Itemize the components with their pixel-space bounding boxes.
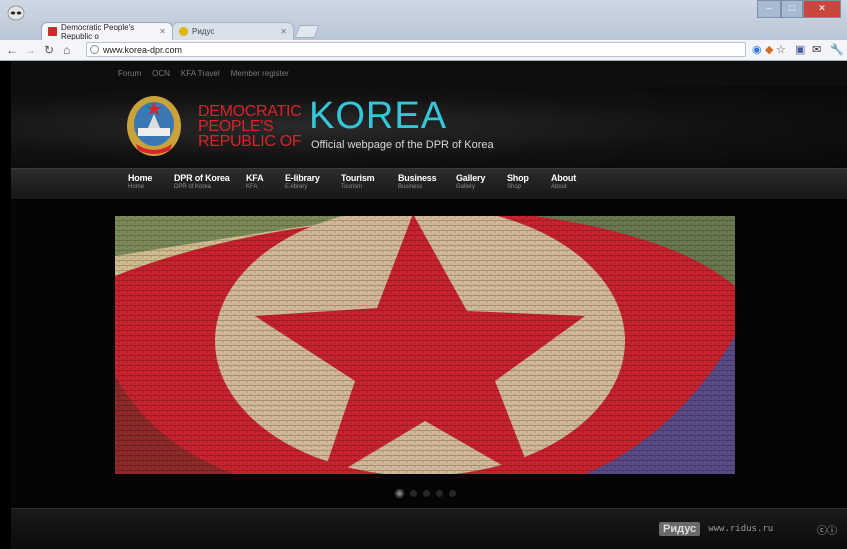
slider-dot[interactable]: [395, 489, 404, 498]
national-emblem-icon[interactable]: [124, 94, 184, 158]
close-window-icon[interactable]: ✕: [803, 0, 841, 18]
tab-democratic-peoples-republic[interactable]: Democratic People's Republic o ✕: [41, 22, 173, 41]
address-bar[interactable]: www.korea-dpr.com: [86, 42, 746, 57]
nav-sublabel: Home: [128, 184, 145, 190]
incognito-alien-icon: [7, 5, 25, 21]
nav-label: Home: [128, 173, 153, 183]
nav-label: KFA: [246, 173, 264, 183]
nav-sublabel: E-library: [285, 184, 308, 190]
new-tab-button[interactable]: [294, 25, 320, 38]
tab-label: Democratic People's Republic o: [61, 22, 135, 41]
nav-business[interactable]: Business Business: [398, 173, 437, 191]
nav-shop[interactable]: Shop Shop: [507, 173, 529, 191]
mail-icon[interactable]: ✉: [812, 43, 821, 56]
hero-slider-image[interactable]: [115, 216, 735, 474]
main-nav: Home Home DPR of Korea DPR of Korea KFA …: [11, 168, 847, 199]
top-links-bar: Forum OCN KFA Travel Member register: [11, 61, 847, 86]
slider-pagination: [395, 489, 456, 498]
dprk-favicon-icon: [48, 27, 57, 36]
nav-sublabel: Shop: [507, 184, 522, 190]
nav-label: Tourism: [341, 173, 375, 183]
link-ocn[interactable]: OCN: [152, 69, 170, 78]
wrench-menu-icon[interactable]: 🔧: [830, 43, 844, 56]
nav-dpr-of-korea[interactable]: DPR of Korea DPR of Korea: [174, 173, 230, 191]
link-member-register[interactable]: Member register: [231, 69, 289, 78]
forward-arrow-icon[interactable]: →: [24, 43, 36, 57]
browser-toolbar: ← → ↻ ⌂ www.korea-dpr.com ◉ ◆ ☆ ▣ ✉ 🔧: [0, 40, 847, 61]
tab-ridus[interactable]: Ридус ✕: [172, 22, 294, 40]
nav-label: Business: [398, 173, 437, 183]
extension-flag-icon[interactable]: ◆: [765, 43, 773, 56]
back-arrow-icon[interactable]: ←: [6, 43, 18, 57]
site-tagline: Official webpage of the DPR of Korea: [311, 139, 494, 151]
link-forum[interactable]: Forum: [118, 69, 141, 78]
ridus-logo: Ридус: [659, 522, 701, 536]
site-header: DEMOCRATIC PEOPLE'S REPUBLIC OF KOREA Of…: [11, 86, 847, 168]
reload-icon[interactable]: ↻: [44, 43, 54, 57]
nav-about[interactable]: About About: [551, 173, 576, 191]
cc-license-icon: ⓒⓘ: [817, 526, 837, 537]
slider-dot[interactable]: [449, 490, 456, 497]
page-footer-bar: Ридус www.ridus.ru ⓒⓘ: [11, 508, 847, 549]
nav-kfa[interactable]: KFA KFA: [246, 173, 264, 191]
maximize-icon[interactable]: □: [781, 0, 803, 18]
brand-line: DEMOCRATIC: [198, 103, 302, 120]
home-icon[interactable]: ⌂: [63, 43, 70, 57]
bookmark-star-icon[interactable]: ☆: [776, 43, 786, 56]
nav-tourism[interactable]: Tourism Tourism: [341, 173, 375, 191]
ridus-watermark: Ридус www.ridus.ru: [659, 522, 773, 536]
brand-line: PEOPLE'S: [198, 118, 274, 135]
webpage: Forum OCN KFA Travel Member register DEM…: [11, 61, 847, 549]
ridus-url: www.ridus.ru: [708, 524, 774, 534]
slider-dot[interactable]: [410, 490, 417, 497]
extension-badge-icon[interactable]: ▣: [795, 43, 805, 56]
nav-label: E-library: [285, 173, 320, 183]
brand-korea-title[interactable]: KOREA: [309, 96, 447, 136]
tab-close-icon[interactable]: ✕: [280, 27, 287, 36]
nav-sublabel: Business: [398, 184, 423, 190]
brand-line: REPUBLIC OF: [198, 133, 302, 150]
nav-sublabel: KFA: [246, 184, 258, 190]
brand-red-text: DEMOCRATIC PEOPLE'S REPUBLIC OF: [198, 103, 302, 150]
nav-gallery[interactable]: Gallery Gallery: [456, 173, 485, 191]
nav-label: About: [551, 173, 576, 183]
nav-sublabel: DPR of Korea: [174, 184, 212, 190]
url-text: www.korea-dpr.com: [103, 45, 183, 55]
window-controls: – □ ✕: [757, 0, 841, 18]
slider-dot[interactable]: [423, 490, 430, 497]
tab-label: Ридус: [192, 27, 215, 36]
minimize-icon[interactable]: –: [757, 0, 781, 18]
browser-titlebar: Democratic People's Republic o ✕ Ридус ✕…: [0, 0, 847, 41]
nav-home[interactable]: Home Home: [128, 173, 152, 191]
link-kfa-travel[interactable]: KFA Travel: [181, 69, 220, 78]
nav-label: DPR of Korea: [174, 173, 230, 183]
extension-circle-icon[interactable]: ◉: [752, 43, 762, 56]
nav-sublabel: Gallery: [456, 184, 476, 190]
globe-icon: [90, 45, 99, 54]
tab-close-icon[interactable]: ✕: [159, 27, 166, 36]
nav-e-library[interactable]: E-library E-library: [285, 173, 320, 191]
slider-dot[interactable]: [436, 490, 443, 497]
ridus-favicon-icon: [179, 27, 188, 36]
flag-mosaic-picture: [115, 216, 735, 474]
nav-sublabel: Tourism: [341, 184, 363, 190]
nav-sublabel: About: [551, 184, 567, 190]
nav-label: Gallery: [456, 173, 486, 183]
nav-label: Shop: [507, 173, 529, 183]
